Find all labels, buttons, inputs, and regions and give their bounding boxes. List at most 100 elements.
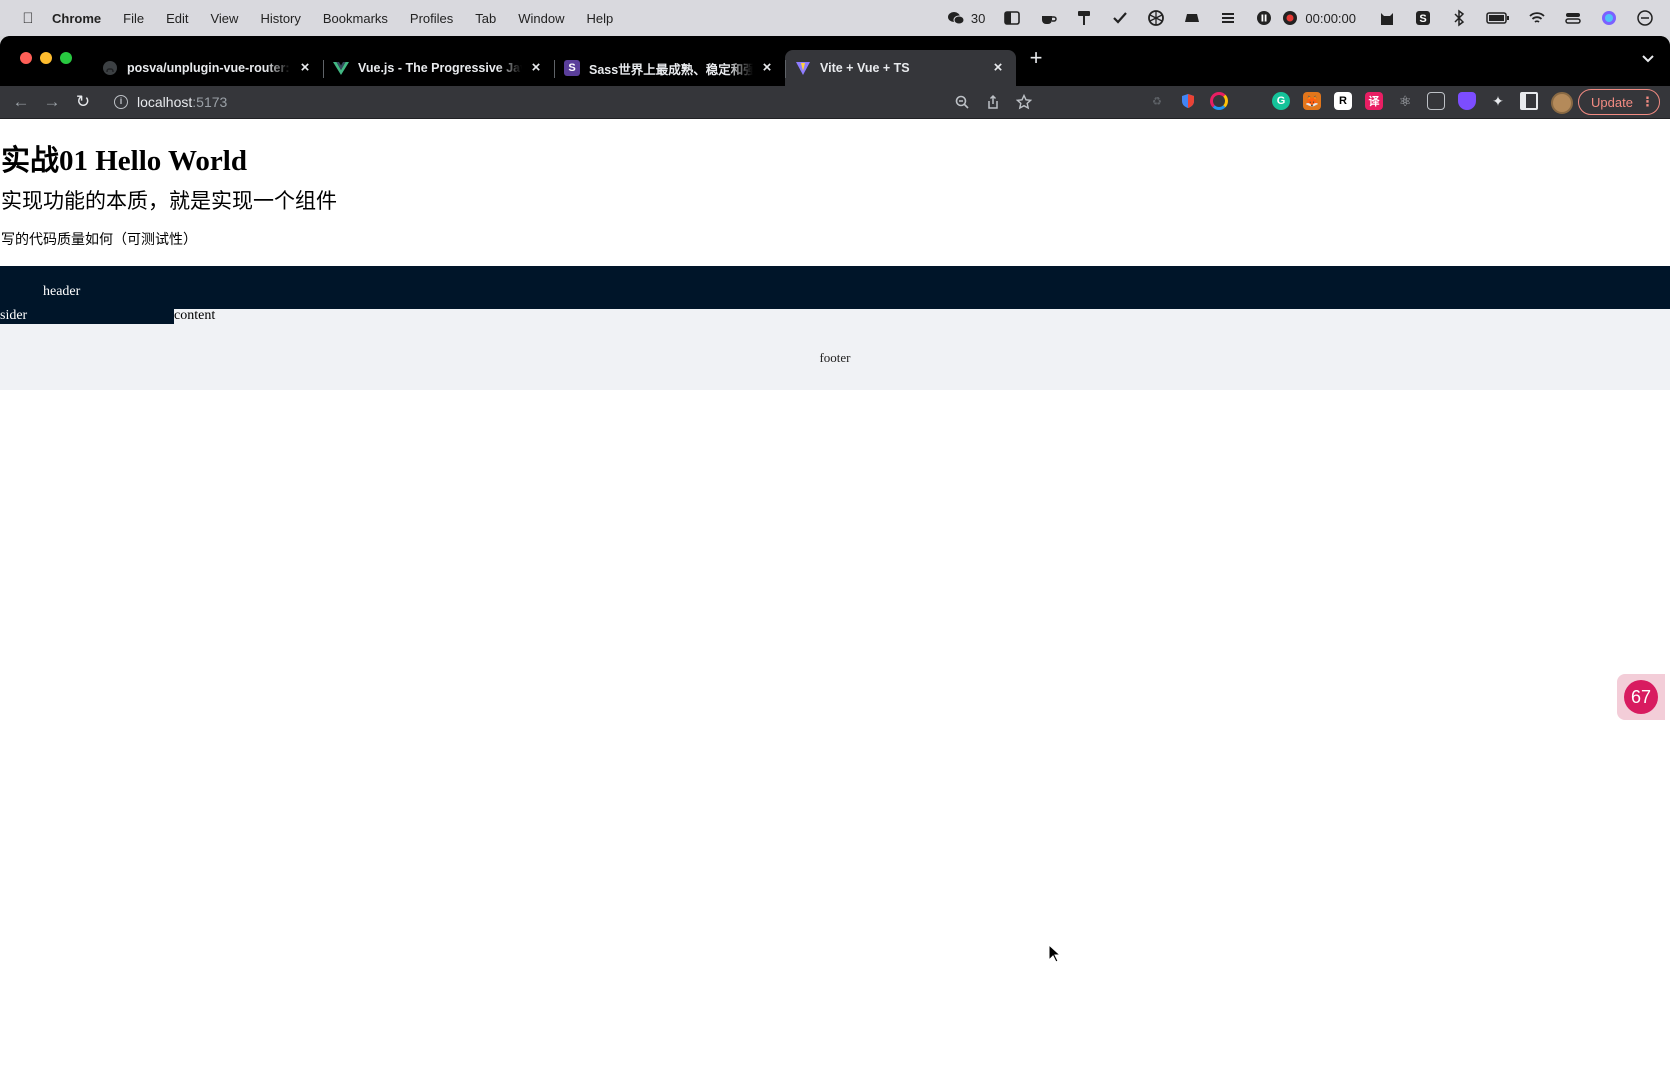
r-extension-icon[interactable]: R bbox=[1334, 92, 1352, 110]
zoom-window-button[interactable] bbox=[60, 52, 72, 64]
battery-icon[interactable] bbox=[1486, 9, 1510, 27]
grammarly-icon[interactable]: G bbox=[1272, 92, 1290, 110]
chrome-window: posva/unplugin-vue-router: Ne × Vue.js -… bbox=[0, 36, 1670, 1080]
address-bar[interactable]: i localhost:5173 bbox=[104, 86, 1034, 118]
share-icon[interactable] bbox=[983, 92, 1003, 112]
sass-icon: S bbox=[564, 60, 580, 76]
menu-file[interactable]: File bbox=[123, 11, 144, 26]
react-devtools-icon[interactable]: ⚛ bbox=[1396, 92, 1414, 110]
shield-extension-icon[interactable] bbox=[1179, 92, 1197, 110]
translate-extension-icon[interactable]: 译 bbox=[1365, 92, 1383, 110]
menu-help[interactable]: Help bbox=[587, 11, 614, 26]
url-host: localhost bbox=[137, 94, 193, 110]
more-menu-icon[interactable]: ⋮ bbox=[1641, 94, 1654, 110]
layout-sider-label: sider bbox=[0, 308, 28, 323]
page-heading: 实战01 Hello World bbox=[1, 145, 247, 177]
layout-body: sider content bbox=[0, 309, 1670, 324]
notification-center-icon[interactable] bbox=[1636, 9, 1654, 27]
menu-profiles[interactable]: Profiles bbox=[410, 11, 453, 26]
coffee-icon[interactable] bbox=[1039, 9, 1058, 27]
purple-shield-extension-icon[interactable] bbox=[1458, 92, 1476, 110]
cube-icon[interactable] bbox=[1147, 9, 1165, 27]
wifi-icon[interactable] bbox=[1528, 9, 1546, 27]
layout-footer: footer bbox=[0, 324, 1670, 390]
close-tab-icon[interactable]: × bbox=[759, 60, 775, 76]
layout-footer-label: footer bbox=[819, 350, 851, 365]
menu-bookmarks[interactable]: Bookmarks bbox=[323, 11, 388, 26]
cat-icon[interactable] bbox=[1378, 9, 1396, 27]
window-controls bbox=[20, 52, 80, 64]
tab-strip: posva/unplugin-vue-router: Ne × Vue.js -… bbox=[0, 36, 1670, 86]
recording-timer: 00:00:00 bbox=[1305, 10, 1356, 26]
recycle-extension-icon[interactable]: ♻ bbox=[1148, 92, 1166, 110]
tab-title: Vite + Vue + TS bbox=[820, 61, 910, 75]
menu-app-chrome[interactable]: Chrome bbox=[52, 11, 101, 26]
hat-icon[interactable] bbox=[1183, 9, 1201, 27]
layout-header-label: header bbox=[43, 284, 81, 299]
address-bar-actions bbox=[941, 92, 1034, 112]
site-info-icon[interactable]: i bbox=[114, 95, 128, 109]
menu-history[interactable]: History bbox=[260, 11, 300, 26]
tab-title: posva/unplugin-vue-router: Ne bbox=[127, 61, 291, 75]
menubar-status-area: 30 00:00:00 S bbox=[929, 0, 1670, 36]
stack-icon[interactable] bbox=[1219, 9, 1237, 27]
vue-icon bbox=[333, 60, 349, 76]
tab-unplugin-vue-router[interactable]: posva/unplugin-vue-router: Ne × bbox=[92, 50, 323, 86]
wechat-icon[interactable] bbox=[947, 9, 965, 27]
reload-icon[interactable]: ↻ bbox=[73, 92, 93, 112]
apple-menu-icon[interactable]:  bbox=[18, 10, 38, 27]
back-arrow-icon[interactable]: ← bbox=[11, 92, 31, 112]
bluetooth-icon[interactable] bbox=[1450, 9, 1468, 27]
zoom-icon[interactable] bbox=[952, 92, 972, 112]
menu-edit[interactable]: Edit bbox=[166, 11, 188, 26]
record-icon[interactable] bbox=[1281, 9, 1299, 27]
tab-title: Vue.js - The Progressive JavaS bbox=[358, 61, 522, 75]
check-icon[interactable] bbox=[1111, 9, 1129, 27]
menu-window[interactable]: Window bbox=[518, 11, 564, 26]
tab-title: Sass世界上最成熟、稳定和强大 bbox=[589, 62, 753, 77]
siri-icon[interactable] bbox=[1600, 9, 1618, 27]
paint-roller-icon[interactable] bbox=[1075, 9, 1093, 27]
menu-tab[interactable]: Tab bbox=[475, 11, 496, 26]
tab-vite-vue-ts[interactable]: Vite + Vue + TS × bbox=[785, 50, 1016, 86]
page-viewport: 实战01 Hello World 实现功能的本质，就是实现一个组件 写的代码质量… bbox=[0, 119, 1670, 1080]
pause-icon[interactable] bbox=[1255, 9, 1273, 27]
tab-sass[interactable]: S Sass世界上最成熟、稳定和强大 × bbox=[554, 50, 785, 86]
control-center-icon[interactable] bbox=[1564, 9, 1582, 27]
profile-avatar[interactable] bbox=[1551, 92, 1573, 114]
github-icon bbox=[102, 60, 118, 76]
close-tab-icon[interactable]: × bbox=[297, 60, 313, 76]
extension-icons-right: G 🦊 R 译 ⚛ ✦ bbox=[1272, 92, 1573, 114]
tab-vuejs[interactable]: Vue.js - The Progressive JavaS × bbox=[323, 50, 554, 86]
forward-arrow-icon[interactable]: → bbox=[42, 92, 62, 112]
extension-icons-left: ♻ bbox=[1148, 92, 1241, 112]
floating-notification-badge[interactable]: 67 bbox=[1617, 674, 1665, 720]
page-paragraph: 写的代码质量如何（可测试性） bbox=[1, 233, 197, 248]
browser-toolbar: ← → ↻ i localhost:5173 ♻ G 🦊 R 译 ⚛ ✦ Up… bbox=[0, 86, 1670, 118]
minimize-window-button[interactable] bbox=[40, 52, 52, 64]
layout-content: content bbox=[174, 308, 216, 323]
puzzle-extensions-icon[interactable]: ✦ bbox=[1489, 92, 1507, 110]
url-port: :5173 bbox=[192, 94, 228, 110]
side-panel-icon[interactable] bbox=[1520, 92, 1538, 110]
svg-text:S: S bbox=[1419, 13, 1426, 25]
new-tab-button[interactable]: + bbox=[1026, 47, 1046, 69]
sidebar-toggle-icon[interactable] bbox=[1003, 9, 1021, 27]
vite-icon bbox=[795, 60, 811, 76]
tabs: posva/unplugin-vue-router: Ne × Vue.js -… bbox=[92, 44, 1016, 86]
macos-menubar:  Chrome File Edit View History Bookmark… bbox=[0, 0, 1670, 36]
menu-view[interactable]: View bbox=[210, 11, 238, 26]
close-tab-icon[interactable]: × bbox=[528, 60, 544, 76]
mouse-cursor-icon bbox=[1048, 944, 1062, 963]
tab-search-chevron-icon[interactable] bbox=[1640, 50, 1656, 66]
badge-count: 67 bbox=[1624, 680, 1658, 714]
update-button[interactable]: Update ⋮ bbox=[1578, 89, 1660, 115]
metamask-fox-icon[interactable]: 🦊 bbox=[1303, 92, 1321, 110]
close-window-button[interactable] bbox=[20, 52, 32, 64]
close-tab-icon[interactable]: × bbox=[990, 60, 1006, 76]
colorful-ring-extension-icon[interactable] bbox=[1210, 92, 1228, 110]
s-app-icon[interactable]: S bbox=[1414, 9, 1432, 27]
layout-header: header bbox=[0, 266, 1670, 309]
bookmark-star-icon[interactable] bbox=[1014, 92, 1034, 112]
qr-code-icon[interactable] bbox=[1427, 92, 1445, 110]
